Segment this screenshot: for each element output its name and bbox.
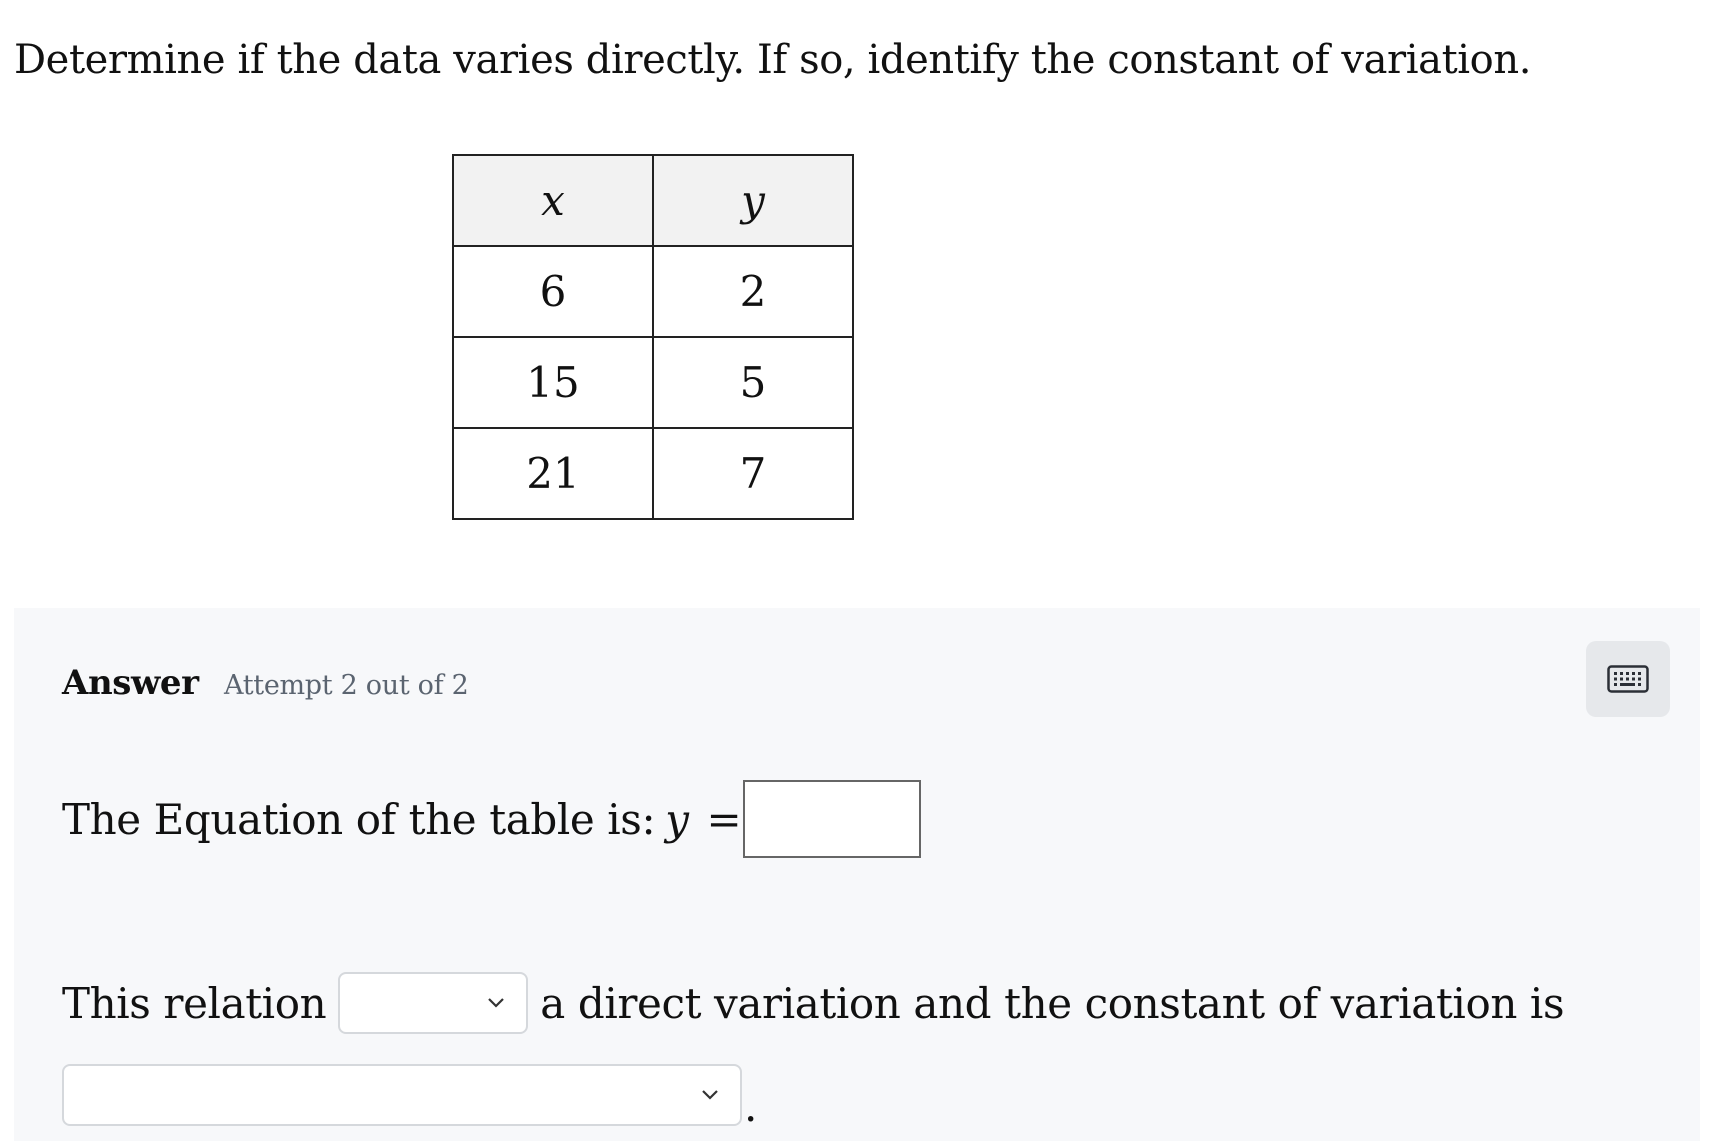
answer-panel: Answer Attempt 2 out of 2 The Equation o… [14, 608, 1700, 1141]
sentence-period: . [744, 1082, 758, 1131]
table-cell-y: 7 [652, 427, 854, 520]
equals-sign: = [706, 794, 742, 844]
table-row: 15 5 [452, 336, 854, 429]
attempt-counter: Attempt 2 out of 2 [224, 670, 469, 701]
chevron-down-icon [488, 998, 505, 1008]
keyboard-icon [1607, 665, 1649, 693]
equation-line: The Equation of the table is: y = [62, 778, 922, 860]
equation-prefix: The Equation of the table is: [62, 794, 656, 844]
equation-input[interactable] [743, 780, 922, 858]
question-prompt: Determine if the data varies directly. I… [14, 37, 1532, 83]
column-header-y: y [652, 154, 854, 247]
relation-prefix: This relation [62, 978, 327, 1028]
table-cell-x: 15 [452, 336, 654, 429]
column-header-x: x [452, 154, 654, 247]
table-row: 21 7 [452, 427, 854, 520]
table-cell-x: 6 [452, 245, 654, 338]
table-cell-x: 21 [452, 427, 654, 520]
keyboard-toggle-button[interactable] [1586, 641, 1670, 717]
table-header-row: x y [452, 154, 854, 247]
answer-label: Answer [62, 663, 199, 703]
data-table: x y 6 2 15 5 21 7 [452, 154, 854, 520]
relation-select[interactable] [338, 972, 529, 1034]
equation-variable: y [665, 794, 689, 844]
constant-select[interactable] [62, 1064, 742, 1126]
relation-suffix: a direct variation and the constant of v… [540, 978, 1565, 1028]
table-cell-y: 2 [652, 245, 854, 338]
chevron-down-icon [702, 1090, 718, 1100]
table-row: 6 2 [452, 245, 854, 338]
table-cell-y: 5 [652, 336, 854, 429]
relation-line: This relation a direct variation and the… [62, 972, 1565, 1034]
